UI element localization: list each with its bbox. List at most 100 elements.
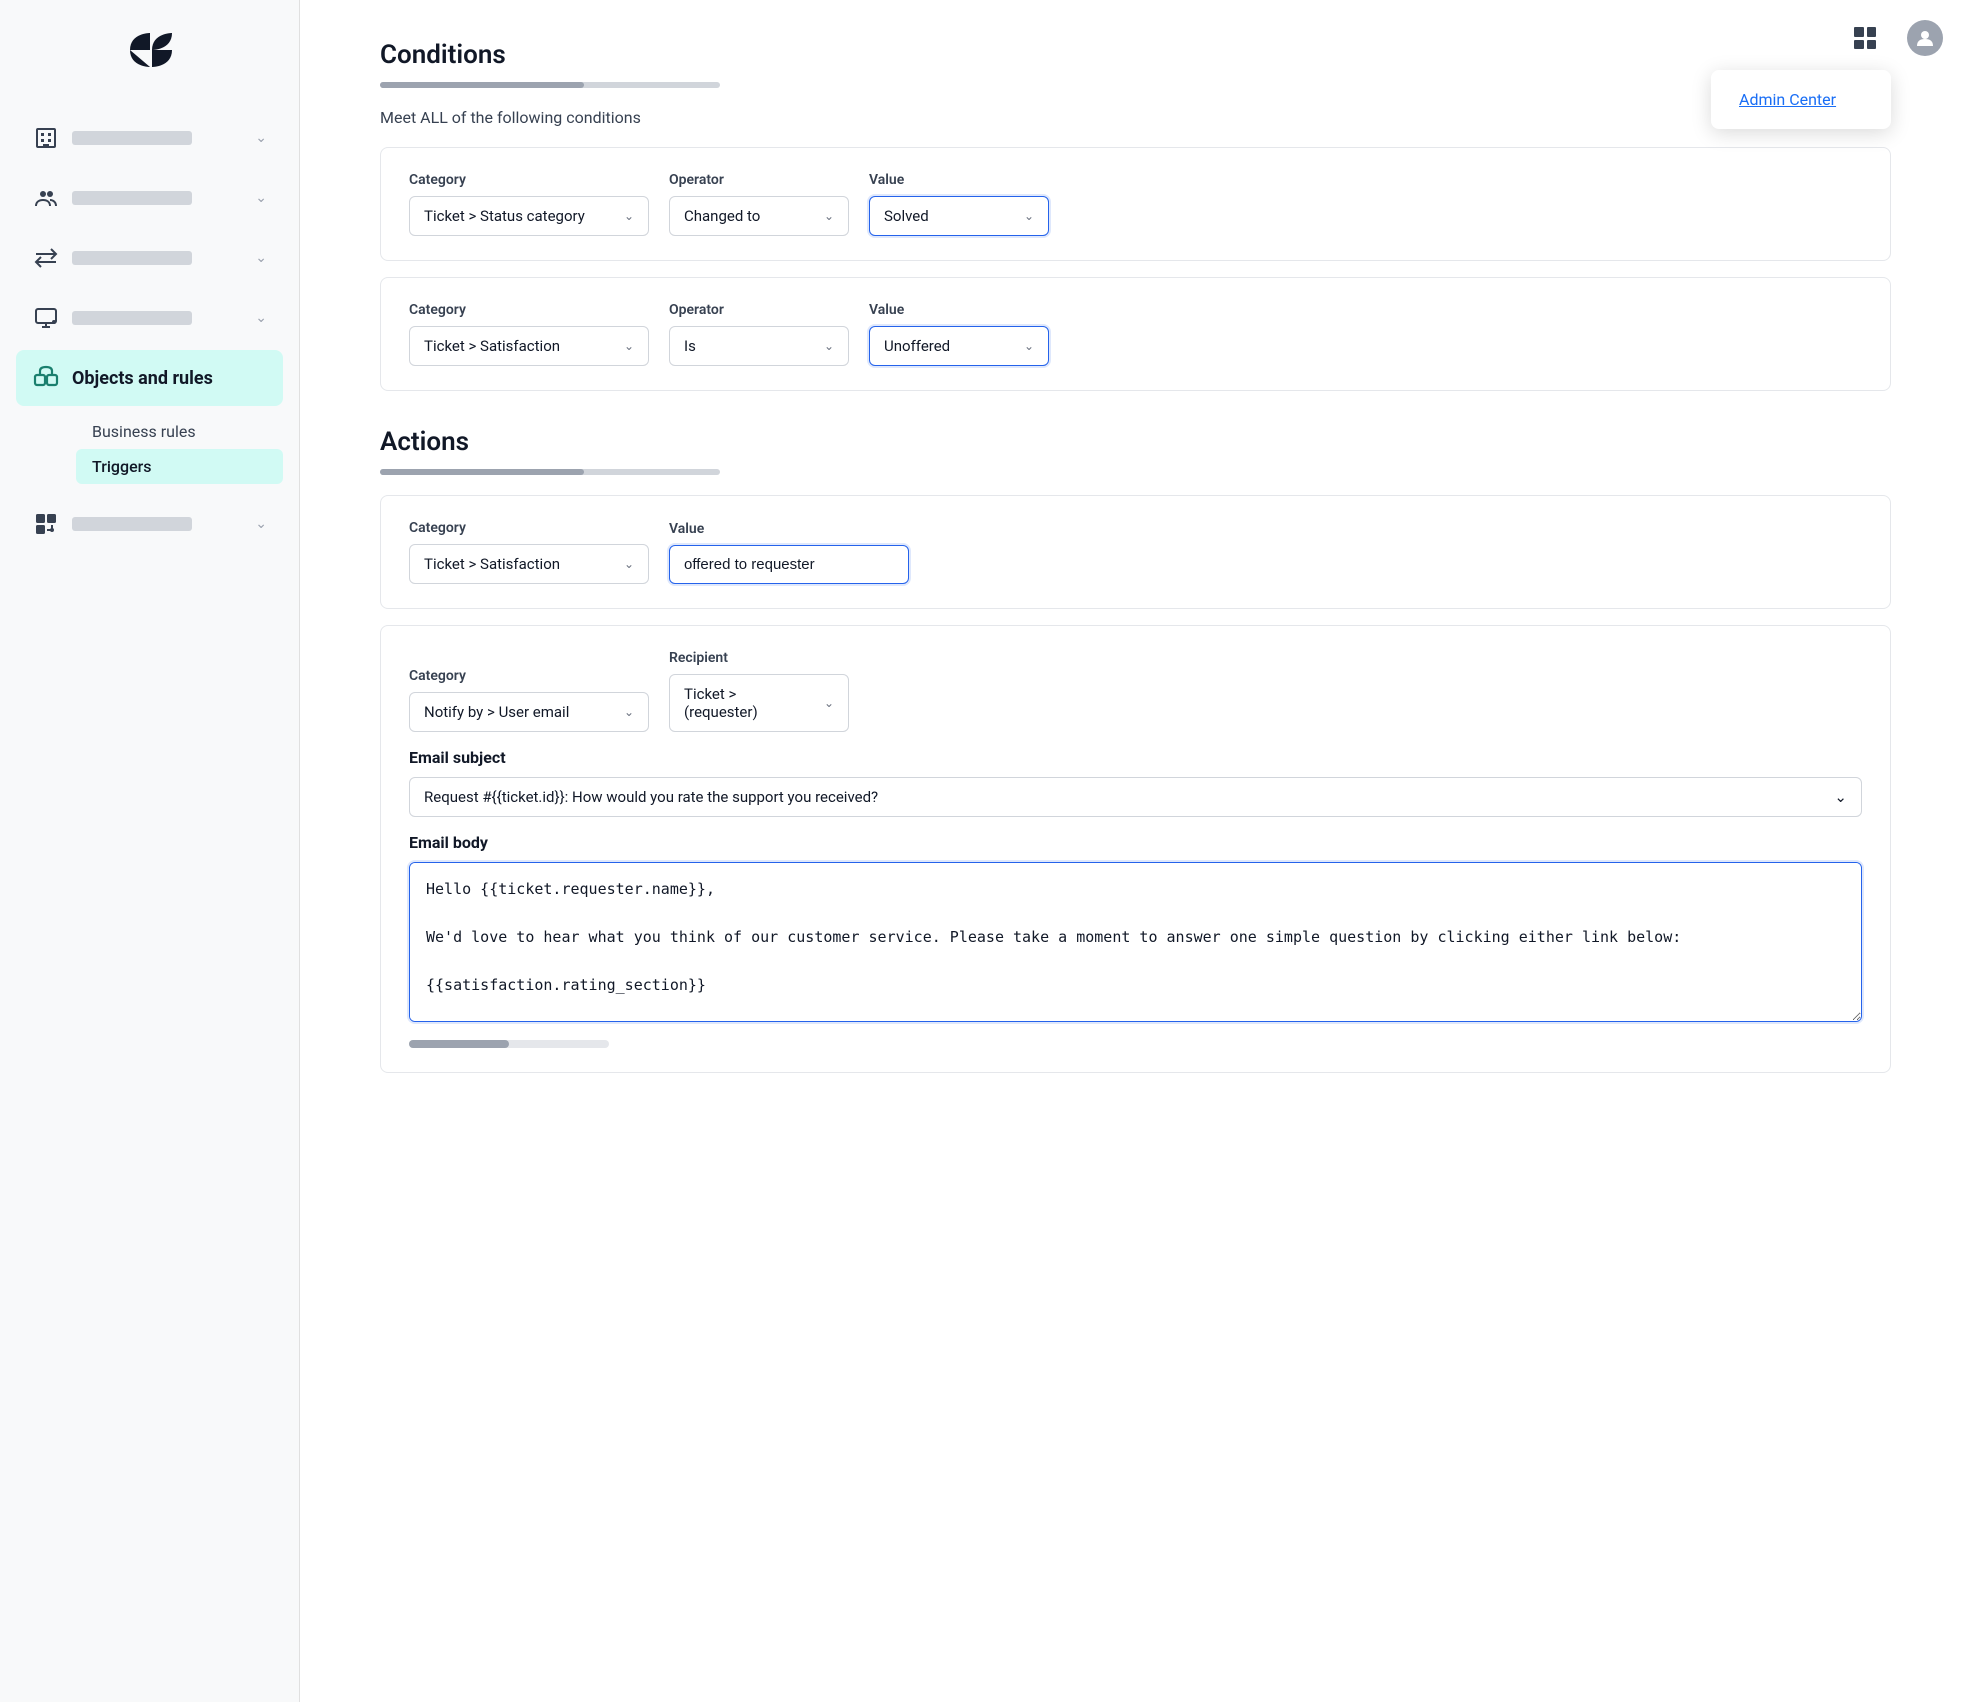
condition-2-category-label: Category [409,302,649,318]
building-icon [32,124,60,152]
conditions-progress-bar [380,82,720,88]
email-subject-select[interactable]: Request #{{ticket.id}}: How would you ra… [409,777,1862,817]
condition-2-operator-label: Operator [669,302,849,318]
sidebar-item-objects[interactable]: Objects and rules [16,350,283,406]
condition-2-category-select[interactable]: Ticket > Satisfaction ⌄ [409,326,649,366]
email-subject-row: Email subject Request #{{ticket.id}}: Ho… [409,748,1862,817]
main-content: Admin Center Conditions Meet ALL of the … [300,0,1971,1702]
email-body-scrollbar[interactable] [409,1040,609,1048]
action-2-category-block: Category Notify by > User email ⌄ [409,668,649,732]
arrows-icon [32,244,60,272]
page-body: Conditions Meet ALL of the following con… [300,0,1971,1129]
action-2-recipient-select[interactable]: Ticket > (requester) ⌄ [669,674,849,732]
zendesk-logo-icon [110,25,190,75]
action-2-category-select[interactable]: Notify by > User email ⌄ [409,692,649,732]
sidebar-item-people-label [72,191,192,205]
monitor-icon [32,304,60,332]
chevron-down-icon-2: ⌄ [255,190,267,206]
condition-1-value-select[interactable]: Solved ⌄ [869,196,1049,236]
chevron-down-icon-3: ⌄ [255,250,267,266]
action-2-recipient-block: Recipient Ticket > (requester) ⌄ [669,650,849,732]
condition-2-operator-select[interactable]: Is ⌄ [669,326,849,366]
condition-1-category-label: Category [409,172,649,188]
chevron-down-icon-5: ⌄ [255,516,267,532]
condition-1-value-block: Value Solved ⌄ [869,172,1049,236]
sidebar-item-channels-label [72,251,192,265]
sidebar-item-admin[interactable]: ⌄ [16,110,283,166]
actions-section: Actions Category Ticket > Satisfaction ⌄… [380,427,1891,1073]
action-2-category-label: Category [409,668,649,684]
chevron-down-icon-c2val: ⌄ [1024,339,1034,353]
action-1-category-block: Category Ticket > Satisfaction ⌄ [409,520,649,584]
sidebar-item-workspace[interactable]: ⌄ [16,290,283,346]
action-2-recipient-label: Recipient [669,650,849,666]
apps-icon [32,510,60,538]
actions-progress-fill [380,469,584,475]
sidebar-item-apps[interactable]: ⌄ [16,496,283,552]
chevron-down-icon-4: ⌄ [255,310,267,326]
condition-row-2: Category Ticket > Satisfaction ⌄ Operato… [380,277,1891,391]
condition-2-value-select[interactable]: Unoffered ⌄ [869,326,1049,366]
action-1-category-label: Category [409,520,649,536]
condition-1-operator-select[interactable]: Changed to ⌄ [669,196,849,236]
actions-title: Actions [380,427,1891,457]
condition-1-category-block: Category Ticket > Status category ⌄ [409,172,649,236]
sidebar-subitem-triggers[interactable]: Triggers [76,449,283,484]
user-profile-button[interactable] [1903,16,1947,60]
admin-center-dropdown: Admin Center [1711,70,1891,129]
conditions-title: Conditions [380,40,1891,70]
admin-center-link[interactable]: Admin Center [1719,78,1883,121]
email-subject-label: Email subject [409,748,1862,767]
chevron-down-icon-c2cat: ⌄ [624,339,634,353]
sidebar-item-channels[interactable]: ⌄ [16,230,283,286]
grid-menu-icon [1854,27,1876,49]
action-1-value-input[interactable]: offered to requester [669,545,909,584]
action-row-notify: Category Notify by > User email ⌄ Recipi… [380,625,1891,1073]
chevron-down-icon-subject: ⌄ [1834,788,1847,806]
chevron-down-icon-c1val: ⌄ [1024,209,1034,223]
conditions-section: Conditions Meet ALL of the following con… [380,40,1891,391]
condition-2-category-block: Category Ticket > Satisfaction ⌄ [409,302,649,366]
chevron-down-icon-c2op: ⌄ [824,339,834,353]
condition-1-category-select[interactable]: Ticket > Status category ⌄ [409,196,649,236]
sidebar: ⌄ ⌄ ⌄ [0,0,300,1702]
action-row-satisfaction: Category Ticket > Satisfaction ⌄ Value o… [380,495,1891,609]
sidebar-item-people[interactable]: ⌄ [16,170,283,226]
sidebar-item-workspace-label [72,311,192,325]
logo [100,20,200,80]
condition-2-operator-block: Operator Is ⌄ [669,302,849,366]
conditions-progress-fill [380,82,584,88]
chevron-down-icon: ⌄ [255,130,267,146]
condition-2-value-block: Value Unoffered ⌄ [869,302,1049,366]
sidebar-item-admin-label [72,131,192,145]
people-icon [32,184,60,212]
condition-1-operator-label: Operator [669,172,849,188]
email-body-label: Email body [409,833,1862,852]
condition-row-1: Category Ticket > Status category ⌄ Oper… [380,147,1891,261]
email-body-textarea[interactable]: Hello {{ticket.requester.name}}, We'd lo… [409,862,1862,1022]
sidebar-item-apps-label [72,517,192,531]
email-body-area: Email body Hello {{ticket.requester.name… [409,833,1862,1026]
conditions-subtitle: Meet ALL of the following conditions [380,108,1891,127]
grid-menu-button[interactable] [1843,16,1887,60]
action-1-value-label: Value [669,521,909,537]
chevron-down-icon-c1cat: ⌄ [624,209,634,223]
avatar [1907,20,1943,56]
condition-1-value-label: Value [869,172,1049,188]
sidebar-subnav-objects: Business rules Triggers [16,414,283,484]
sidebar-item-objects-label: Objects and rules [72,368,213,389]
chevron-down-icon-c1op: ⌄ [824,209,834,223]
condition-2-value-label: Value [869,302,1049,318]
action-1-value-block: Value offered to requester [669,521,909,584]
actions-progress-bar [380,469,720,475]
action-1-category-select[interactable]: Ticket > Satisfaction ⌄ [409,544,649,584]
chevron-down-icon-a2rec: ⌄ [824,696,834,710]
sidebar-subitem-business-rules[interactable]: Business rules [76,414,283,449]
chevron-down-icon-a2cat: ⌄ [624,705,634,719]
chevron-down-icon-a1cat: ⌄ [624,557,634,571]
objects-rules-icon [32,364,60,392]
sidebar-navigation: ⌄ ⌄ ⌄ [0,110,299,552]
email-body-scrollbar-thumb [409,1040,509,1048]
top-bar [1819,0,1971,76]
condition-1-operator-block: Operator Changed to ⌄ [669,172,849,236]
